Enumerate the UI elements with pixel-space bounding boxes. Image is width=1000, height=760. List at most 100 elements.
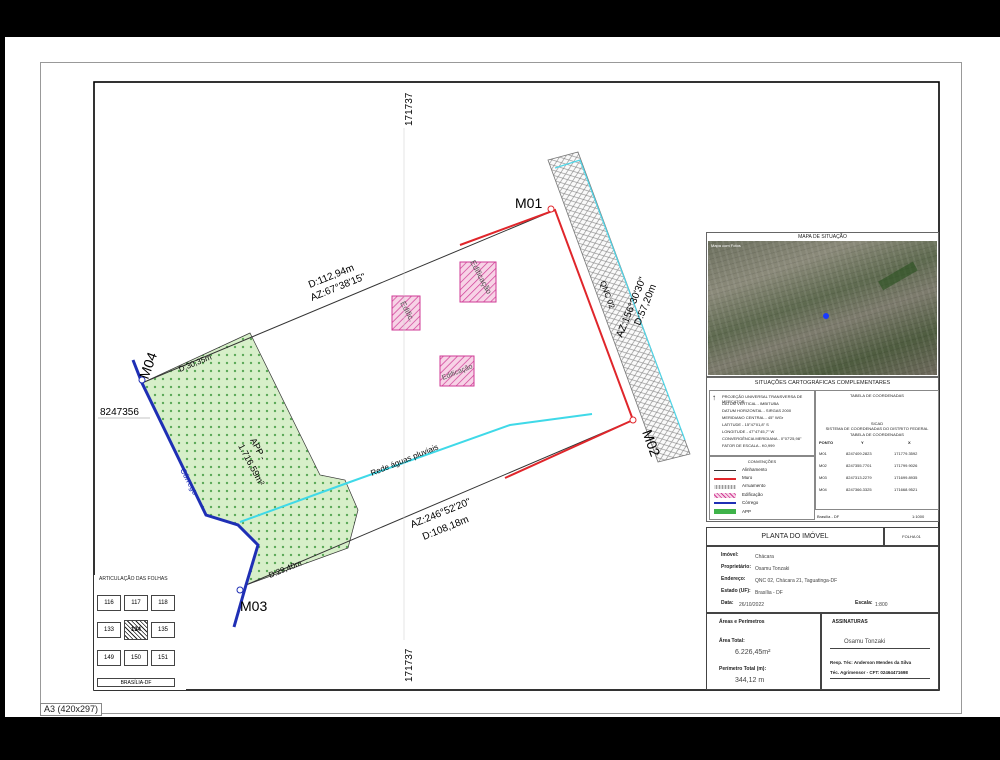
cartographic-title: SITUAÇÕES CARTOGRÁFICAS COMPLEMENTARES xyxy=(754,380,891,386)
articulation-title: ARTICULAÇÃO DAS FOLHAS xyxy=(99,576,168,582)
date-label: Data: xyxy=(721,600,734,606)
perimeter-value: 344,12 m xyxy=(735,677,765,684)
scale-value: 1:800 xyxy=(875,602,888,608)
property-info-box: Imóvel: Chácara Proprietário: Osamu Tonz… xyxy=(706,546,939,613)
technician-name: Resp. Téc: Anderson Mendes da Silva xyxy=(830,660,912,665)
legend-stream: Córrego xyxy=(742,500,759,505)
note-6: LONGITUDE - 47°47'45,7" W xyxy=(722,429,775,434)
situation-map-panel: MAPA DE SITUAÇÃO Mapa com Fotos xyxy=(706,232,939,377)
articulation-cell-135: 135 xyxy=(151,622,175,638)
owner-label: Proprietário: xyxy=(721,564,752,570)
marker-m01: M01 xyxy=(515,195,542,211)
sheet-number-box: FOLHA 01 xyxy=(884,527,939,546)
date-value: 26/10/2022 xyxy=(739,602,765,608)
technician-registration: Téc. Agrimensor - CFT: 02464471698 xyxy=(830,670,908,675)
articulation-cell-150: 150 xyxy=(124,650,148,666)
areas-box: Áreas e Perímetros Área Total: 6.226,45m… xyxy=(706,613,821,690)
state-value: Brasília - DF xyxy=(755,590,783,596)
articulation-cell-116: 116 xyxy=(97,595,121,611)
technician-signature-line xyxy=(830,678,930,679)
articulation-cell-133: 133 xyxy=(97,622,121,638)
articulation-cell-117: 117 xyxy=(124,595,148,611)
property-value: Chácara xyxy=(755,554,774,560)
coord-row-2-x: 171799.9026 xyxy=(894,463,918,468)
articulation-cell-151: 151 xyxy=(151,650,175,666)
signatures-box: ASSINATURAS Osamu Tonzaki Resp. Téc: And… xyxy=(821,613,939,690)
grid-bottom-coord: 171737 xyxy=(404,648,415,682)
situation-bottom-right: 1:1000 xyxy=(912,514,925,519)
owner-signature-line xyxy=(830,648,930,649)
coord-row-4-x: 171668.9521 xyxy=(894,487,918,492)
articulation-cell-118: 118 xyxy=(151,595,175,611)
projection-notes-box: ↑ PROJEÇÃO UNIVERSAL TRANSVERSA DE MERCA… xyxy=(709,390,815,456)
satellite-texture xyxy=(708,241,937,375)
coordinate-table-subtitle: TABELA DE COORDENADAS xyxy=(850,432,904,437)
conventions-box: CONVENÇÕES Alinhamento Muro Arruamento E… xyxy=(709,456,815,520)
sheet-size-label: A3 (420x297) xyxy=(40,703,103,716)
coord-header-x: X xyxy=(908,440,911,445)
articulation-cell-149: 149 xyxy=(97,650,121,666)
street-paving xyxy=(547,151,691,463)
location-pin-icon xyxy=(823,313,829,319)
owner-signature: Osamu Tonzaki xyxy=(844,639,886,645)
note-8: FATOR DE ESCALA - K0,999 xyxy=(722,443,775,448)
marker-m03: M03 xyxy=(240,598,267,614)
legend-swatch-stream xyxy=(714,502,736,504)
marker-m03-point xyxy=(236,586,244,594)
coord-row-1-x: 171779.3592 xyxy=(894,451,918,456)
drainage-label: Rede águas pluviais xyxy=(369,443,439,478)
note-4: MERIDIANO CENTRAL - 45° WGr xyxy=(722,415,784,420)
owner-value: Osamu Tonzaki xyxy=(755,566,790,572)
coord-row-3-y: 8247313.2279 xyxy=(846,475,872,480)
legend-swatch-street xyxy=(714,485,736,489)
situation-bottom-left: Brasília - DF xyxy=(817,514,840,519)
grid-left-coord: 8247356 xyxy=(100,407,139,418)
legend-swatch-app xyxy=(714,509,736,514)
marker-m02-point xyxy=(629,416,637,424)
articulation-cell-134: 134 xyxy=(124,620,148,640)
coord-row-1-point: M01 xyxy=(819,451,827,456)
area-label: Área Total: xyxy=(719,638,745,644)
legend-swatch-building xyxy=(714,493,736,498)
address-label: Endereço: xyxy=(721,576,746,582)
coord-row-2-point: M02 xyxy=(819,463,827,468)
articulation-panel: ARTICULAÇÃO DAS FOLHAS 116 117 118 133 1… xyxy=(94,575,186,690)
state-label: Estado (UF): xyxy=(721,588,751,594)
coord-row-2-y: 8247355.7701 xyxy=(846,463,872,468)
grid-top-coord: 171737 xyxy=(404,92,415,126)
coord-row-1-y: 8247409.2823 xyxy=(846,451,872,456)
title-heading: PLANTA DO IMÓVEL xyxy=(761,533,829,540)
coord-header-y: Y xyxy=(861,440,864,445)
scale-label: Escala: xyxy=(855,600,873,606)
marker-m01-point xyxy=(547,205,555,213)
note-7: CONVERGÊNCIA MERIDIANA - 0°07'25,98" xyxy=(722,436,802,441)
map-source-label: Mapa com Fotos xyxy=(711,243,741,248)
note-5: LATITUDE - 15°47'01,8" S xyxy=(722,422,769,427)
address-value: QNC 02, Chácara 21, Taguatinga-DF xyxy=(755,578,838,584)
legend-wall: Muro xyxy=(742,475,753,480)
legend-building: Edificação xyxy=(742,492,763,497)
perimeter-label: Perímetro Total (m): xyxy=(719,666,767,672)
coord-row-3-x: 171699.8935 xyxy=(894,475,918,480)
signatures-title: ASSINATURAS xyxy=(832,619,868,625)
coordinate-table-box: TABELA DE COORDENADAS SICAD SISTEMA DE C… xyxy=(815,390,939,510)
note-2: DATUM VERTICAL - IMBITUBA xyxy=(722,401,779,406)
cartographic-panel: SITUAÇÕES CARTOGRÁFICAS COMPLEMENTARES ↑… xyxy=(706,377,939,522)
coord-row-4-point: M04 xyxy=(819,487,827,492)
legend-app: APP xyxy=(742,509,752,514)
satellite-image: Mapa com Fotos xyxy=(708,241,937,375)
property-label: Imóvel: xyxy=(721,552,739,558)
coordinate-table-title: TABELA DE COORDENADAS xyxy=(850,393,904,398)
legend-alignment: Alinhamento xyxy=(742,467,768,472)
area-value: 6.226,45m² xyxy=(735,649,771,656)
areas-title: Áreas e Perímetros xyxy=(719,619,765,625)
legend-swatch-alignment xyxy=(714,470,736,471)
coordinate-system-desc: SISTEMA DE COORDENADAS DO DISTRITO FEDER… xyxy=(825,426,929,431)
title-heading-box: PLANTA DO IMÓVEL xyxy=(706,527,884,546)
conventions-title: CONVENÇÕES xyxy=(747,459,777,464)
situation-map-title: MAPA DE SITUAÇÃO xyxy=(798,234,847,240)
note-3: DATUM HORIZONTAL - SIRGAS 2000 xyxy=(722,408,792,413)
north-arrow-icon: ↑ xyxy=(712,393,716,402)
coord-header-point: PONTO xyxy=(819,440,834,445)
articulation-footer: BRASÍLIA-DF xyxy=(97,678,175,687)
